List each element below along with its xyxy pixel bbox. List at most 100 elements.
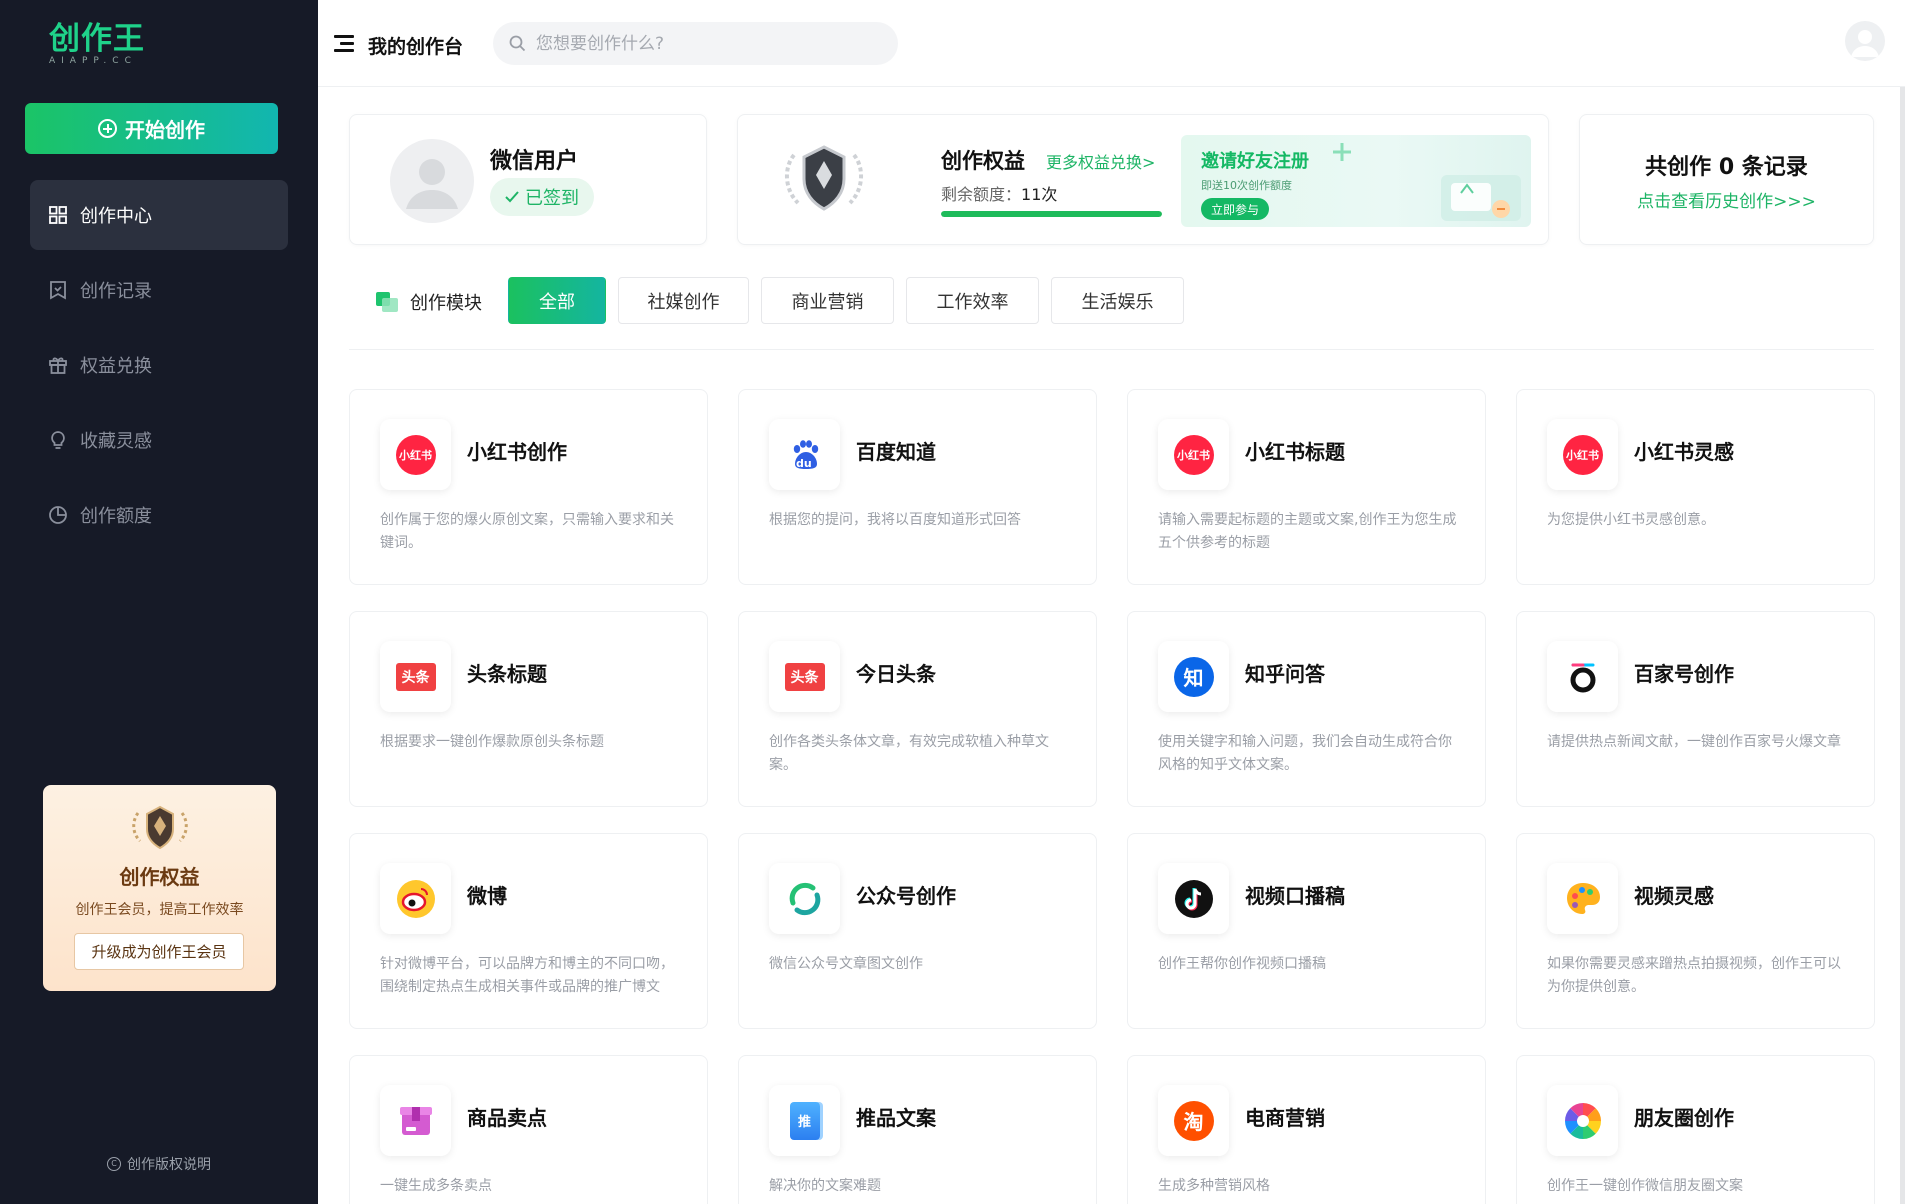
invite-friends-banner[interactable]: 邀请好友注册 即送10次创作额度 立即参与: [1181, 135, 1531, 227]
tool-card-moments[interactable]: 朋友圈创作 创作王一键创作微信朋友圈文案: [1516, 1055, 1875, 1204]
tool-desc: 微信公众号文章图文创作: [769, 956, 923, 972]
upgrade-member-button[interactable]: 升级成为创作王会员: [74, 933, 244, 970]
copyright-link[interactable]: C 创作版权说明: [0, 1154, 318, 1174]
palette-logo-icon: [1566, 882, 1600, 914]
history-link[interactable]: 点击查看历史创作>>>: [1580, 187, 1873, 212]
module-icon: [376, 292, 398, 312]
copyright-label: 创作版权说明: [127, 1157, 211, 1173]
tool-desc: 针对微博平台，可以品牌方和博主的不同口吻，围绕制定热点生成相关事件或品牌的推广博…: [380, 956, 674, 995]
tool-desc: 一键生成多条卖点: [380, 1178, 492, 1194]
membership-promo: 创作权益 创作王会员，提高工作效率 升级成为创作王会员: [43, 785, 276, 991]
menu-icon[interactable]: [334, 33, 356, 53]
tool-desc: 创作王帮你创作视频口播稿: [1158, 956, 1326, 972]
remaining-quota: 剩余额度：11次: [941, 181, 1057, 205]
search-input[interactable]: [536, 33, 866, 54]
douyin-logo-icon: [1174, 879, 1213, 918]
remaining-label: 剩余额度：: [941, 185, 1022, 204]
tool-card-video-inspiration[interactable]: 视频灵感 如果你需要灵感来蹭热点拍摄视频，创作王可以为你提供创意。: [1516, 833, 1875, 1029]
tool-desc: 创作属于您的爆火原创文案，只需输入要求和关键词。: [380, 512, 674, 551]
tool-card-baijiahao[interactable]: 百家号创作 请提供热点新闻文献，一键创作百家号火爆文章: [1516, 611, 1875, 807]
invite-join-button[interactable]: 立即参与: [1201, 198, 1269, 220]
start-create-button[interactable]: 开始创作: [25, 103, 278, 154]
sidebar-item-favorites[interactable]: 收藏灵感: [30, 405, 288, 475]
tool-title: 小红书创作: [467, 440, 567, 464]
tool-card-ecommerce[interactable]: 淘 电商营销 生成多种营销风格: [1127, 1055, 1486, 1204]
moments-shutter-icon: [1564, 1102, 1601, 1139]
copyright-icon: C: [107, 1157, 121, 1171]
top-header: 我的创作台: [318, 0, 1905, 87]
rights-title: 创作权益: [941, 149, 1025, 173]
toutiao-icon: 头条: [380, 641, 451, 712]
search-bar[interactable]: [493, 22, 898, 65]
more-rights-link[interactable]: 更多权益兑换>: [1046, 149, 1155, 173]
user-silhouette-icon: [406, 159, 458, 209]
rights-card: 创作权益 更多权益兑换> 剩余额度：11次 邀请好友注册 即送10次创作额度 立…: [737, 114, 1549, 245]
logo[interactable]: 创作王 AIAPP.CC: [49, 22, 145, 66]
toutiao-logo: 头条: [784, 662, 825, 691]
user-card: 微信用户 已签到: [349, 114, 707, 245]
tool-card-toutiao-title[interactable]: 头条 头条标题 根据要求一键创作爆款原创头条标题: [349, 611, 708, 807]
start-create-label: 开始创作: [125, 118, 205, 142]
invite-subtitle: 即送10次创作额度: [1201, 179, 1292, 192]
baidu-icon: du: [769, 419, 840, 490]
tool-title: 推品文案: [856, 1106, 936, 1130]
module-tabs: 全部 社媒创作 商业营销 工作效率 生活娱乐: [508, 277, 1184, 324]
sidebar-item-exchange[interactable]: 权益兑换: [30, 330, 288, 400]
tool-card-xiaohongshu-title[interactable]: 小红书 小红书标题 请输入需要起标题的主题或文案,创作王为您生成五个供参考的标题: [1127, 389, 1486, 585]
tab-efficiency[interactable]: 工作效率: [906, 277, 1039, 324]
sidebar-nav: 创作中心 创作记录 权益兑换 收藏灵感 创作额度: [30, 180, 288, 555]
quota-progress-bar: [941, 211, 1162, 217]
toutiao-logo: 头条: [395, 662, 436, 691]
tool-card-product-copy[interactable]: 推 推品文案 解决你的文案难题: [738, 1055, 1097, 1204]
xiaohongshu-logo: 小红书: [395, 434, 436, 475]
weibo-logo-icon: [396, 879, 435, 918]
tool-card-weibo[interactable]: 微博 针对微博平台，可以品牌方和博主的不同口吻，围绕制定热点生成相关事件或品牌的…: [349, 833, 708, 1029]
module-label-text: 创作模块: [410, 293, 482, 314]
sidebar-item-quota[interactable]: 创作额度: [30, 480, 288, 550]
tool-card-toutiao-news[interactable]: 头条 今日头条 创作各类头条体文章，有效完成软植入种草文案。: [738, 611, 1097, 807]
lightbulb-icon: [48, 430, 68, 450]
sidebar-item-label: 创作记录: [80, 281, 152, 302]
sidebar-item-records[interactable]: 创作记录: [30, 255, 288, 325]
tool-title: 视频灵感: [1634, 884, 1714, 908]
divider: [349, 349, 1874, 350]
tool-card-xiaohongshu-create[interactable]: 小红书 小红书创作 创作属于您的爆火原创文案，只需输入要求和关键词。: [349, 389, 708, 585]
xiaohongshu-icon: 小红书: [380, 419, 451, 490]
tool-card-xiaohongshu-inspiration[interactable]: 小红书 小红书灵感 为您提供小红书灵感创意。: [1516, 389, 1875, 585]
tool-card-video-script[interactable]: 视频口播稿 创作王帮你创作视频口播稿: [1127, 833, 1486, 1029]
tab-social[interactable]: 社媒创作: [618, 277, 749, 324]
user-avatar[interactable]: [1845, 21, 1885, 61]
tool-title: 公众号创作: [856, 884, 956, 908]
tool-card-wechat-mp[interactable]: 公众号创作 微信公众号文章图文创作: [738, 833, 1097, 1029]
baijiahao-logo-icon: [1570, 663, 1595, 692]
records-card: 共创作 0 条记录 点击查看历史创作>>>: [1579, 114, 1874, 245]
notebook-icon: 推: [769, 1085, 840, 1156]
gift-icon: [48, 355, 68, 375]
tab-all[interactable]: 全部: [508, 277, 606, 324]
logo-text: 创作王: [49, 21, 145, 57]
tool-desc: 请提供热点新闻文献，一键创作百家号火爆文章: [1547, 734, 1841, 750]
sidebar-item-creation-center[interactable]: 创作中心: [30, 180, 288, 250]
pen-badge-icon: [132, 805, 188, 850]
promo-subtitle: 创作王会员，提高工作效率: [75, 902, 244, 918]
palette-icon: [1547, 863, 1618, 934]
signed-label: 已签到: [525, 188, 579, 209]
tool-title: 百度知道: [856, 440, 936, 464]
tab-life[interactable]: 生活娱乐: [1051, 277, 1184, 324]
tool-title: 微博: [467, 884, 507, 908]
tab-business[interactable]: 商业营销: [761, 277, 894, 324]
user-profile-avatar: [390, 139, 474, 223]
tool-card-zhihu[interactable]: 知 知乎问答 使用关键字和输入问题，我们会自动生成符合你风格的知乎文体文案。: [1127, 611, 1486, 807]
tool-card-baidu-zhidao[interactable]: du 百度知道 根据您的提问，我将以百度知道形式回答: [738, 389, 1097, 585]
main-content: 微信用户 已签到 创作权益 更多权益兑换> 剩余额度：11次 邀请好友注册 即送…: [318, 87, 1905, 1204]
tool-card-product-selling[interactable]: 商品卖点 一键生成多条卖点: [349, 1055, 708, 1204]
tool-desc: 为您提供小红书灵感创意。: [1547, 512, 1715, 528]
tool-title: 今日头条: [856, 662, 936, 686]
zhihu-icon: 知: [1158, 641, 1229, 712]
gift-illustration-icon: [1441, 175, 1521, 221]
xiaohongshu-logo: 小红书: [1173, 434, 1214, 475]
baijiahao-icon: [1547, 641, 1618, 712]
rights-badge-icon: [785, 145, 863, 211]
signed-in-badge[interactable]: 已签到: [490, 178, 594, 216]
wechat-mp-icon: [769, 863, 840, 934]
